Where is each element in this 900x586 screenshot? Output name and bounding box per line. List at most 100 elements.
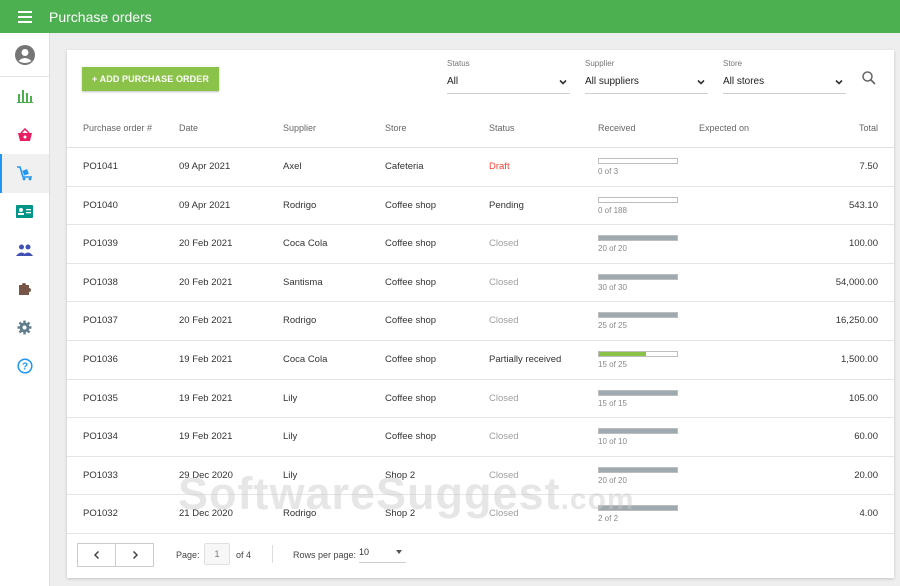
received-progress: 25 of 25 bbox=[598, 312, 678, 330]
received-bar bbox=[598, 273, 678, 280]
sidebar-item-employees[interactable] bbox=[0, 193, 49, 232]
received-bar-fill bbox=[599, 313, 677, 318]
order-total: 54,000.00 bbox=[835, 276, 878, 288]
po-number: PO1034 bbox=[83, 431, 118, 443]
chevron-left-icon bbox=[93, 550, 99, 560]
add-purchase-order-button[interactable]: + ADD PURCHASE ORDER bbox=[82, 67, 219, 91]
status-text: Partially received bbox=[489, 354, 562, 365]
received-bar bbox=[598, 312, 678, 319]
received-count: 25 of 25 bbox=[598, 321, 627, 331]
help-icon: ? bbox=[16, 358, 33, 374]
chevron-down-icon bbox=[835, 79, 843, 85]
status-filter[interactable]: Status All bbox=[447, 59, 570, 94]
pagination-bar: Page: 1 of 4 Rows per page: 10 bbox=[67, 538, 894, 578]
sidebar: ? bbox=[0, 33, 50, 586]
received-bar-fill bbox=[599, 506, 677, 511]
received-bar bbox=[598, 351, 678, 357]
column-header-supplier[interactable]: Supplier bbox=[283, 123, 316, 133]
order-total: 1,500.00 bbox=[841, 354, 878, 365]
store-name: Coffee shop bbox=[385, 315, 437, 327]
column-header-total[interactable]: Total bbox=[859, 123, 878, 133]
store-name: Coffee shop bbox=[385, 238, 437, 250]
search-icon[interactable] bbox=[861, 70, 877, 86]
received-bar-fill bbox=[599, 236, 677, 241]
store-name: Coffee shop bbox=[385, 392, 437, 404]
received-bar bbox=[598, 389, 678, 396]
table-row[interactable]: PO1035 19 Feb 2021 Lily Coffee shop Closed 10… bbox=[67, 380, 894, 419]
order-total: 100.00 bbox=[848, 238, 878, 250]
received-count: 0 of 3 bbox=[598, 167, 619, 176]
status-text: Closed bbox=[489, 392, 519, 404]
basket-icon bbox=[17, 127, 32, 141]
status-text: Closed bbox=[489, 276, 519, 288]
received-bar-fill bbox=[599, 429, 677, 434]
account-icon[interactable] bbox=[0, 33, 49, 77]
received-count: 20 of 20 bbox=[598, 475, 627, 485]
page-title: Purchase orders bbox=[49, 8, 152, 25]
sidebar-item-sales[interactable] bbox=[0, 116, 49, 155]
settings-icon bbox=[17, 320, 32, 335]
sidebar-item-help[interactable]: ? bbox=[0, 347, 49, 386]
store-name: Shop 2 bbox=[385, 469, 416, 481]
received-count: 0 of 188 bbox=[598, 205, 627, 215]
po-number: PO1041 bbox=[83, 161, 118, 172]
table-row[interactable]: PO1038 20 Feb 2021 Santisma Coffee shop Clos… bbox=[67, 264, 894, 303]
table-row[interactable]: PO1040 09 Apr 2021 Rodrigo Coffee shop Pendi… bbox=[67, 187, 894, 226]
received-bar bbox=[598, 505, 678, 512]
received-count: 2 of 2 bbox=[598, 514, 619, 524]
menu-icon[interactable] bbox=[18, 10, 32, 23]
table-row[interactable]: PO1041 09 Apr 2021 Axel Cafeteria Draft 7.50 0… bbox=[67, 148, 894, 187]
table-row[interactable]: PO1033 29 Dec 2020 Lily Shop 2 Closed 20.00 20… bbox=[67, 457, 894, 496]
page-number-input[interactable]: 1 bbox=[204, 543, 230, 565]
table-row[interactable]: PO1039 20 Feb 2021 Coca Cola Coffee shop Clo… bbox=[67, 225, 894, 264]
received-progress: 2 of 2 bbox=[598, 505, 678, 523]
order-total: 543.10 bbox=[848, 199, 878, 211]
received-progress: 20 of 20 bbox=[598, 466, 678, 485]
received-progress: 30 of 30 bbox=[598, 273, 678, 292]
page-count: of 4 bbox=[236, 550, 252, 560]
received-count: 30 of 30 bbox=[598, 282, 627, 292]
po-number: PO1036 bbox=[83, 354, 118, 365]
sidebar-item-integrations[interactable] bbox=[0, 270, 49, 309]
prev-page-button[interactable] bbox=[78, 544, 115, 566]
status-filter-label: Status bbox=[447, 59, 470, 68]
inventory-icon bbox=[16, 166, 32, 181]
order-total: 20.00 bbox=[854, 469, 878, 481]
status-text: Pending bbox=[489, 199, 524, 211]
order-total: 4.00 bbox=[859, 508, 879, 520]
table-row[interactable]: PO1036 19 Feb 2021 Coca Cola Coffee shop Par… bbox=[67, 341, 894, 380]
po-number: PO1040 bbox=[83, 199, 118, 211]
store-filter[interactable]: Store All stores bbox=[723, 59, 846, 94]
order-date: 29 Dec 2020 bbox=[179, 469, 233, 481]
supplier-name: Coca Cola bbox=[283, 238, 328, 250]
sidebar-item-reports[interactable] bbox=[0, 77, 49, 116]
next-page-button[interactable] bbox=[115, 544, 153, 566]
column-header-po[interactable]: Purchase order # bbox=[83, 123, 152, 133]
status-filter-value: All bbox=[447, 76, 459, 87]
caret-down-icon bbox=[396, 550, 402, 554]
supplier-filter-value: All suppliers bbox=[585, 76, 639, 87]
column-header-received[interactable]: Received bbox=[598, 123, 636, 133]
store-name: Coffee shop bbox=[385, 354, 437, 365]
column-header-store[interactable]: Store bbox=[385, 123, 407, 133]
column-header-status[interactable]: Status bbox=[489, 123, 515, 133]
page-label: Page: bbox=[176, 550, 200, 560]
column-header-date[interactable]: Date bbox=[179, 123, 198, 133]
rows-per-page-select[interactable]: 10 bbox=[359, 547, 406, 563]
table-row[interactable]: PO1037 20 Feb 2021 Rodrigo Coffee shop Close… bbox=[67, 302, 894, 341]
supplier-name: Rodrigo bbox=[283, 199, 317, 211]
status-text: Closed bbox=[489, 238, 519, 250]
store-filter-label: Store bbox=[723, 59, 743, 68]
sidebar-item-settings[interactable] bbox=[0, 308, 49, 347]
sidebar-item-customers[interactable] bbox=[0, 231, 49, 270]
sidebar-item-inventory[interactable] bbox=[0, 154, 49, 193]
supplier-filter[interactable]: Supplier All suppliers bbox=[585, 59, 708, 94]
table-row[interactable]: PO1032 21 Dec 2020 Rodrigo Shop 2 Closed 4.00… bbox=[67, 495, 894, 534]
table-row[interactable]: PO1034 19 Feb 2021 Lily Coffee shop Closed 60… bbox=[67, 418, 894, 457]
po-number: PO1033 bbox=[83, 469, 118, 481]
supplier-name: Axel bbox=[283, 161, 302, 172]
column-header-expected[interactable]: Expected on bbox=[699, 123, 749, 133]
pager bbox=[77, 543, 154, 567]
received-bar-fill bbox=[599, 352, 646, 356]
received-bar bbox=[598, 158, 678, 164]
